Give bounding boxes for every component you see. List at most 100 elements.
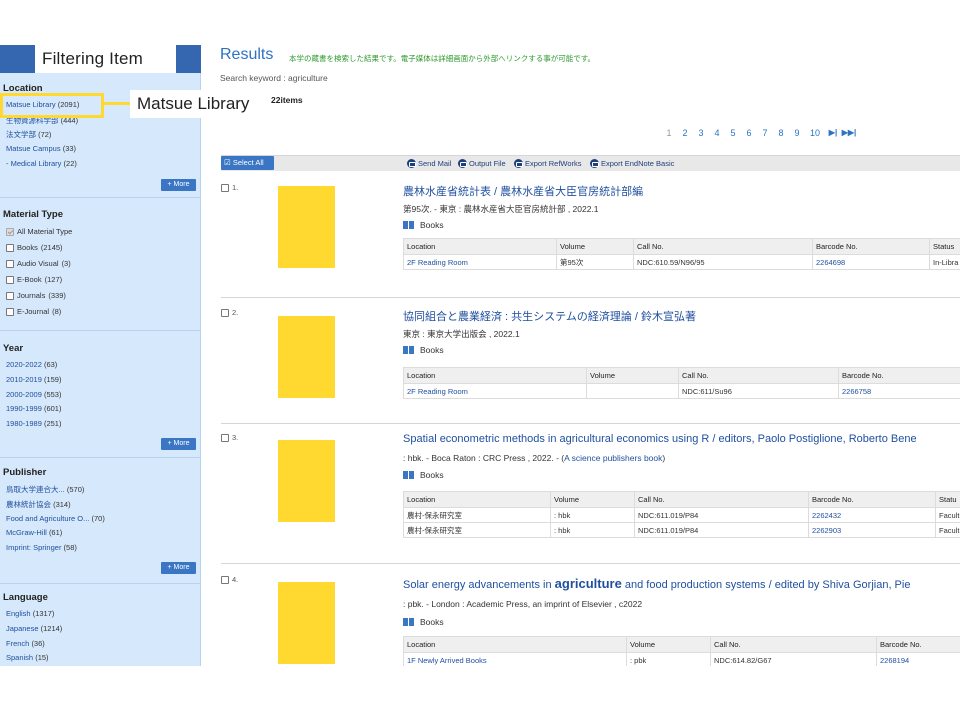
facet-item[interactable]: 2000-2009 (553) (6, 390, 61, 399)
publisher-more-button[interactable]: + More (161, 562, 196, 574)
facet-item[interactable]: Food and Agriculture O... (70) (6, 514, 105, 523)
location-link[interactable]: 2F Reading Room (403, 383, 587, 399)
facet-item[interactable]: - Medical Library (22) (6, 159, 77, 168)
facet-item[interactable]: 1990-1999 (601) (6, 404, 61, 413)
facet-item[interactable]: 農林統計協会 (314) (6, 499, 71, 510)
year-more-button[interactable]: + More (161, 438, 196, 450)
checkbox[interactable] (6, 259, 14, 268)
material-type-count: (2145) (40, 243, 63, 252)
highlighted-keyword: agriculture (554, 576, 622, 591)
column-header: Status (929, 238, 960, 255)
page-link[interactable]: 4 (709, 128, 725, 138)
page-link[interactable]: 7 (757, 128, 773, 138)
result-title-link[interactable]: Spatial econometric methods in agricultu… (403, 433, 917, 445)
facet-item[interactable]: 法文学部 (72) (6, 129, 51, 140)
page-link[interactable]: 8 (773, 128, 789, 138)
volume-cell: 第95次 (556, 254, 634, 270)
results-toolbar: ☑ Select All Send Mail Output File Expor… (221, 155, 960, 171)
material-type-audio-visual[interactable]: Audio Visual (3) (6, 259, 71, 268)
facet-item[interactable]: Imprint: Springer (58) (6, 543, 77, 552)
facet-item-label: - Medical Library (6, 159, 62, 168)
result-item: 1. 農林水産省統計表 / 農林水産省大臣官房統計部編 第95次. - 東京 :… (221, 183, 960, 293)
export-endnote-button[interactable]: Export EndNote Basic (590, 159, 674, 168)
book-cover-image (278, 440, 335, 522)
page-link[interactable]: 10 (805, 128, 825, 138)
select-all-button[interactable]: ☑ Select All (221, 156, 274, 170)
checkbox[interactable] (6, 275, 14, 284)
material-type-label: Audio Visual (17, 259, 59, 268)
result-number: 2. (221, 308, 238, 317)
material-type-journals[interactable]: Journals (339) (6, 291, 66, 300)
output-file-button[interactable]: Output File (458, 159, 506, 168)
material-type-all[interactable]: All Material Type (6, 227, 72, 236)
call-number-cell: NDC:614.82/G67 (710, 652, 877, 666)
result-title-link[interactable]: 農林水産省統計表 / 農林水産省大臣官房統計部編 (403, 183, 643, 199)
send-mail-button[interactable]: Send Mail (407, 159, 451, 168)
barcode-link[interactable]: 2264698 (812, 254, 930, 270)
page-link[interactable]: 2 (677, 128, 693, 138)
facet-item[interactable]: 2010-2019 (159) (6, 375, 61, 384)
column-header: Volume (550, 491, 635, 508)
facet-item-label: McGraw-Hill (6, 528, 47, 537)
select-all-label: Select All (232, 158, 264, 167)
material-type-e-journal[interactable]: E-Journal (8) (6, 307, 61, 316)
facet-item[interactable]: Matsue Campus (33) (6, 144, 76, 153)
search-keyword: Search keyword : agriculture (220, 73, 328, 83)
series-link[interactable]: A science publishers book (564, 453, 662, 463)
checkbox[interactable] (6, 227, 14, 236)
location-more-button[interactable]: + More (161, 179, 196, 191)
facet-item[interactable]: Japanese (1214) (6, 624, 62, 633)
facet-item[interactable]: 1980-1989 (251) (6, 419, 61, 428)
result-separator (221, 423, 960, 424)
location-cell: 農村-保永研究室 (403, 507, 551, 523)
result-checkbox[interactable] (221, 183, 229, 192)
export-refworks-button[interactable]: Export RefWorks (514, 159, 582, 168)
holdings-row: 1F Newly Arrived Books : pbk NDC:614.82/… (403, 652, 960, 666)
page-link[interactable]: 9 (789, 128, 805, 138)
facet-item[interactable]: 鳥取大学連合大... (570) (6, 484, 84, 495)
barcode-link[interactable]: 2262432 (808, 507, 936, 523)
location-link[interactable]: 2F Reading Room (403, 254, 557, 270)
book-icon (403, 221, 414, 229)
checkbox[interactable] (6, 291, 14, 300)
result-title-link[interactable]: 協同組合と農業経済 : 共生システムの経済理論 / 鈴木宣弘著 (403, 308, 696, 324)
result-title-link[interactable]: Solar energy advancements in agriculture… (403, 576, 910, 591)
page-link[interactable]: 1 (661, 128, 677, 138)
page-link[interactable]: 5 (725, 128, 741, 138)
column-header: Barcode No. (808, 491, 936, 508)
facet-item[interactable]: English (1317) (6, 609, 54, 618)
material-type-label: Books (17, 243, 38, 252)
barcode-link[interactable]: 2262903 (808, 522, 936, 538)
facet-item-count: (570) (66, 485, 85, 494)
result-checkbox[interactable] (221, 575, 229, 584)
holdings-row: 2F Reading Room NDC:611/Su96 2266758 (403, 383, 960, 399)
result-checkbox[interactable] (221, 308, 229, 317)
facet-item-count: (58) (63, 543, 77, 552)
book-icon (403, 346, 414, 354)
checkbox[interactable] (6, 243, 14, 252)
export-icon (590, 159, 599, 168)
location-link[interactable]: 1F Newly Arrived Books (403, 652, 627, 666)
column-header: Call No. (710, 636, 877, 653)
last-page-icon[interactable]: ▶▶| (841, 128, 857, 138)
barcode-link[interactable]: 2268194 (876, 652, 960, 666)
facet-item[interactable]: French (36) (6, 639, 45, 648)
material-type-books[interactable]: Books (2145) (6, 243, 63, 252)
facet-item-count: (63) (43, 360, 58, 369)
material-type-label: Books (420, 470, 444, 480)
page-link[interactable]: 3 (693, 128, 709, 138)
page-link[interactable]: 6 (741, 128, 757, 138)
facet-item[interactable]: 2020-2022 (63) (6, 360, 57, 369)
result-checkbox[interactable] (221, 433, 229, 442)
book-cover-image (278, 186, 335, 268)
next-page-icon[interactable]: ▶| (825, 128, 841, 138)
barcode-link[interactable]: 2266758 (838, 383, 960, 399)
facet-item[interactable]: Spanish (15) (6, 653, 49, 662)
checkbox[interactable] (6, 307, 14, 316)
result-item: 3. Spatial econometric methods in agricu… (221, 433, 960, 558)
material-type-e-book[interactable]: E-Book (127) (6, 275, 62, 284)
facet-item[interactable]: McGraw-Hill (61) (6, 528, 62, 537)
result-number: 3. (221, 433, 238, 442)
facet-item-label: 鳥取大学連合大... (6, 485, 65, 494)
material-type-count: (339) (48, 291, 66, 300)
